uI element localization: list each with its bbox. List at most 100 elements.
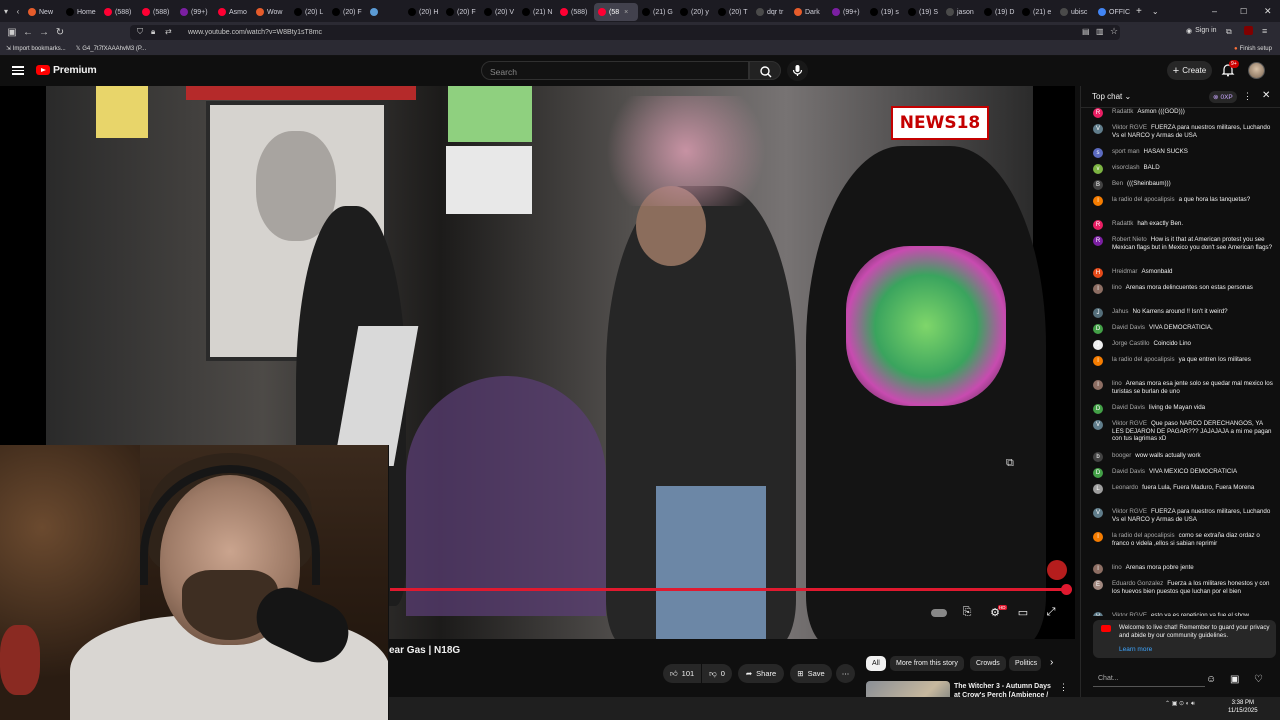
browser-tab[interactable]: (20) V (480, 3, 518, 21)
chat-close-icon[interactable]: ✕ (1262, 90, 1270, 101)
chat-author-avatar[interactable]: R (1093, 236, 1103, 246)
chat-author-avatar[interactable]: v (1093, 164, 1103, 174)
sign-in-button[interactable]: ◉ Sign in (1186, 27, 1217, 35)
chat-author-avatar[interactable]: E (1093, 580, 1103, 590)
chat-message[interactable]: l lino Arenas mora delincuentes son estas … (1093, 284, 1275, 294)
browser-tab[interactable] (366, 3, 404, 21)
reader-view-icon[interactable]: ▥ (1096, 27, 1104, 36)
browser-tab[interactable]: (99+) (828, 3, 866, 21)
browser-tab[interactable]: (21) e (1018, 3, 1056, 21)
chat-author-name[interactable]: Leonardo (1112, 484, 1138, 491)
save-button[interactable]: ⊞ Save (790, 664, 832, 683)
browser-tab[interactable]: Dark (790, 3, 828, 21)
browser-tab[interactable]: (588) (556, 3, 594, 21)
super-chat-icon[interactable]: ▣ (1230, 674, 1239, 685)
chat-author-avatar[interactable]: R (1093, 108, 1103, 118)
new-tab-icon[interactable]: + (1136, 6, 1142, 17)
autoplay-toggle[interactable] (931, 609, 947, 617)
chat-message[interactable]: v visorclash BALD (1093, 164, 1275, 174)
progress-scrubber[interactable] (1061, 584, 1072, 595)
chat-message[interactable]: l la radio del apocalipsis como se extraña… (1093, 532, 1275, 547)
chat-author-name[interactable]: Viktor RGVE (1112, 508, 1147, 515)
browser-tab[interactable]: OFFIC (1094, 3, 1132, 21)
chat-message[interactable]: V Viktor RGVE FUERZA para nuestros militar… (1093, 124, 1275, 139)
chat-author-avatar[interactable]: l (1093, 196, 1103, 206)
bookmark-star-icon[interactable]: ☆ (1110, 26, 1118, 37)
maximize-icon[interactable]: ☐ (1240, 7, 1247, 16)
chat-author-name[interactable]: la radio del apocalipsis (1112, 532, 1175, 539)
chat-author-name[interactable]: lino (1112, 380, 1122, 387)
bookmark-item[interactable]: 𝕏 G4_7t7fXAAAhvM3 (P... (76, 45, 146, 52)
chat-message[interactable]: L Leonardo fuera Lula, Fuera Maduro, Fuera… (1093, 484, 1275, 494)
recommended-menu-icon[interactable]: ⋮ (1059, 682, 1068, 693)
chat-message[interactable]: B Ben (((Sheinbaum))) (1093, 180, 1275, 190)
chat-author-name[interactable]: Jahus (1112, 308, 1129, 315)
chat-author-name[interactable]: booger (1112, 452, 1131, 459)
tab-scroll-left-icon[interactable]: ‹ (12, 7, 24, 16)
browser-tab[interactable]: (58 × (594, 3, 638, 21)
browser-tab[interactable]: (20) L (290, 3, 328, 21)
chat-author-avatar[interactable]: b (1093, 452, 1103, 462)
chat-author-avatar[interactable]: R (1093, 220, 1103, 230)
tab-overflow-icon[interactable]: ⌄ (1152, 7, 1159, 16)
like-button[interactable]: 👍︎ 101 (663, 664, 701, 683)
browser-tab[interactable]: (19) s (866, 3, 904, 21)
chat-author-avatar[interactable]: D (1093, 468, 1103, 478)
chat-message[interactable]: l la radio del apocalipsis a que hora las … (1093, 196, 1275, 206)
chat-author-avatar[interactable]: l (1093, 532, 1103, 542)
sidebar-toggle-icon[interactable]: ▣ (4, 27, 20, 38)
chip-more-from-story[interactable]: More from this story (890, 656, 964, 671)
chat-author-name[interactable]: Viktor RGVE (1112, 124, 1147, 131)
browser-tab[interactable]: (19) D (980, 3, 1018, 21)
chip-all[interactable]: All (866, 656, 886, 671)
miniplayer-hint-icon[interactable]: ⧉ (1006, 457, 1014, 470)
chat-author-name[interactable]: lino (1112, 284, 1122, 291)
browser-tab[interactable]: Asmo (214, 3, 252, 21)
browser-tab[interactable]: (21) G (638, 3, 676, 21)
browser-tab[interactable]: (20) F (328, 3, 366, 21)
chat-author-avatar[interactable]: V (1093, 508, 1103, 518)
share-button[interactable]: ➦ Share (738, 664, 784, 683)
browser-tab[interactable]: jason (942, 3, 980, 21)
browser-tab[interactable]: (19) S (904, 3, 942, 21)
chat-message[interactable]: D David Davis VIVA MEXICO DEMOCRATICIA (1093, 468, 1275, 478)
chat-author-name[interactable]: visorclash (1112, 164, 1140, 171)
browser-tab[interactable]: (20) H (404, 3, 442, 21)
chat-message[interactable]: D David Davis living de Mayan vida (1093, 404, 1275, 414)
chat-author-name[interactable]: sport man (1112, 148, 1140, 155)
xp-badge[interactable]: ⊗ 0XP (1209, 91, 1237, 103)
close-window-icon[interactable]: ✕ (1264, 6, 1272, 17)
chat-author-avatar[interactable]: H (1093, 268, 1103, 278)
chat-message[interactable]: V Viktor RGVEesto ya es repeticion ya fue… (1093, 612, 1275, 616)
browser-menu-icon[interactable]: ≡ (1262, 26, 1267, 36)
youtube-premium-logo[interactable]: Premium (36, 64, 97, 76)
heart-icon[interactable]: ♡ (1254, 674, 1263, 685)
chat-author-name[interactable]: Ben (1112, 180, 1123, 187)
chat-author-name[interactable]: Radattk (1112, 220, 1133, 227)
chat-author-avatar[interactable]: D (1093, 324, 1103, 334)
permissions-icon[interactable]: ⇄ (165, 27, 172, 36)
tab-close-icon[interactable]: × (624, 9, 628, 16)
chat-author-name[interactable]: David Davis (1112, 468, 1145, 475)
browser-tab[interactable]: Home (62, 3, 100, 21)
page-actions-icon[interactable]: ▤ (1082, 27, 1090, 36)
reload-icon[interactable]: ↻ (52, 27, 68, 38)
system-clock[interactable]: 3:38 PM 11/15/2025 (1228, 699, 1258, 715)
browser-tab[interactable]: (20) T (714, 3, 752, 21)
chat-author-name[interactable]: lino (1112, 564, 1122, 571)
chat-author-name[interactable]: David Davis (1112, 404, 1145, 411)
chat-mode-selector[interactable]: Top chat ⌄ (1092, 92, 1131, 101)
learn-more-link[interactable]: Learn more (1119, 646, 1152, 653)
chat-author-name[interactable]: David Davis (1112, 324, 1145, 331)
browser-tab[interactable]: (588) (100, 3, 138, 21)
chat-author-name[interactable]: la radio del apocalipsis (1112, 196, 1175, 203)
chat-message[interactable]: R Robert Nieto How is it that at American … (1093, 236, 1275, 251)
shield-icon[interactable]: ⛉ (137, 27, 143, 37)
chat-message[interactable]: b booger wow walls actually work (1093, 452, 1275, 462)
chat-message[interactable]: D David Davis VIVA DEMOCRATICIA, (1093, 324, 1275, 334)
browser-tab[interactable]: (21) N (518, 3, 556, 21)
chat-author-name[interactable]: Viktor RGVE (1112, 612, 1147, 616)
chat-author-avatar[interactable]: J (1093, 308, 1103, 318)
chat-author-avatar[interactable]: l (1093, 380, 1103, 390)
chat-author-avatar[interactable]: V (1093, 420, 1103, 430)
